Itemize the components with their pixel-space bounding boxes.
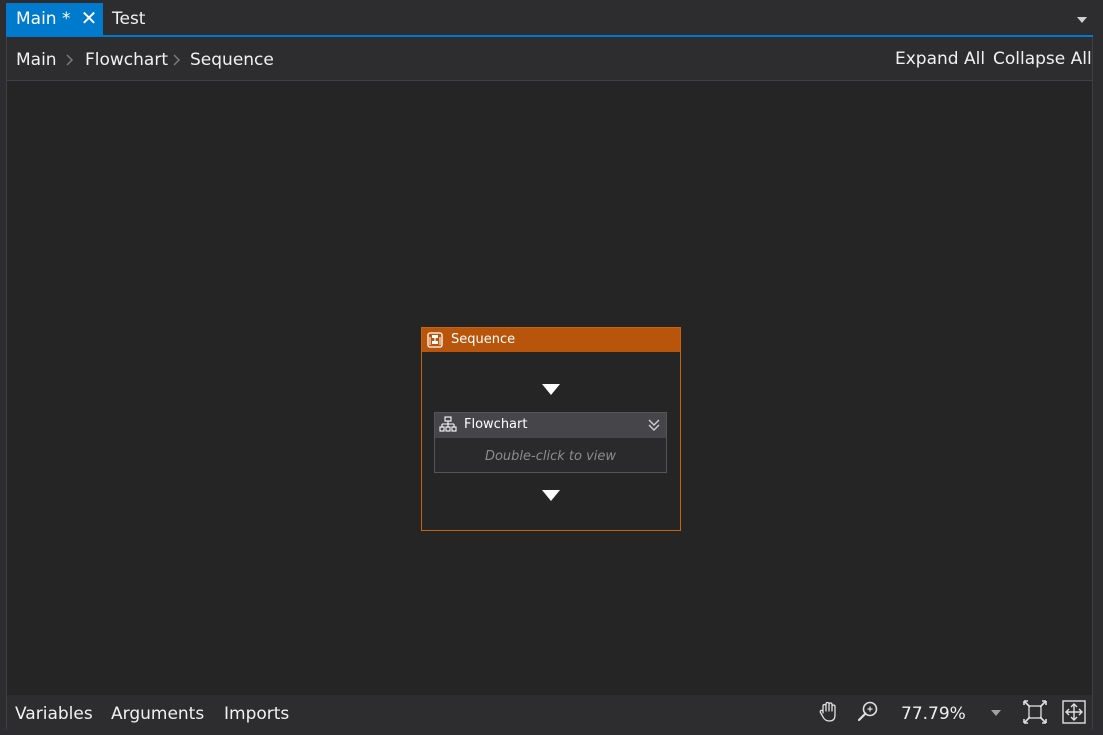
workflow-designer: Main Flowchart Sequence Expand All Colla… xyxy=(6,37,1093,729)
reset-zoom-icon[interactable] xyxy=(1061,699,1087,725)
sequence-icon xyxy=(427,332,443,348)
flowchart-activity[interactable]: Flowchart Double-click to view xyxy=(434,412,667,473)
tab-main-label: Main * xyxy=(16,9,71,29)
expand-icon[interactable] xyxy=(647,417,661,433)
document-tab-strip: Main * ✕ Test xyxy=(0,0,1103,35)
breadcrumb-flowchart[interactable]: Flowchart xyxy=(85,50,168,70)
flowchart-header[interactable]: Flowchart xyxy=(435,413,666,438)
tab-test[interactable]: Test xyxy=(112,3,145,35)
sequence-title: Sequence xyxy=(451,332,516,347)
tab-main[interactable]: Main * ✕ xyxy=(6,3,103,35)
hand-pan-icon[interactable] xyxy=(816,699,842,725)
flowchart-icon xyxy=(439,416,457,432)
imports-tab[interactable]: Imports xyxy=(224,704,289,724)
chevron-right-icon xyxy=(173,54,181,66)
chevron-down-icon[interactable] xyxy=(990,708,1002,718)
arguments-tab[interactable]: Arguments xyxy=(111,704,204,724)
zoom-level[interactable]: 77.79% xyxy=(901,704,966,724)
fit-to-screen-icon[interactable] xyxy=(1022,699,1048,725)
tab-test-label: Test xyxy=(112,9,146,29)
designer-canvas[interactable]: Sequence Flowchart Double-click to view xyxy=(7,81,1092,695)
variables-tab[interactable]: Variables xyxy=(15,704,93,724)
flowchart-title: Flowchart xyxy=(464,417,528,432)
chevron-right-icon xyxy=(66,54,74,66)
breadcrumb-main[interactable]: Main xyxy=(16,50,57,70)
dropdown-arrow-icon[interactable] xyxy=(1074,12,1090,28)
sequence-activity[interactable]: Sequence Flowchart Double-click to view xyxy=(421,327,681,531)
close-icon[interactable]: ✕ xyxy=(79,8,99,28)
breadcrumb-bar: Main Flowchart Sequence Expand All Colla… xyxy=(7,37,1092,81)
collapse-all-button[interactable]: Collapse All xyxy=(993,49,1092,69)
designer-bottom-bar: Variables Arguments Imports 77.79% xyxy=(7,695,1092,729)
expand-all-button[interactable]: Expand All xyxy=(895,49,985,69)
zoom-magnifier-icon[interactable] xyxy=(855,699,881,725)
sequence-header[interactable]: Sequence xyxy=(422,328,680,352)
flowchart-hint: Double-click to view xyxy=(484,449,617,464)
drop-target-arrow[interactable] xyxy=(542,490,560,501)
drop-target-arrow[interactable] xyxy=(542,384,560,395)
breadcrumb-sequence[interactable]: Sequence xyxy=(190,50,274,70)
